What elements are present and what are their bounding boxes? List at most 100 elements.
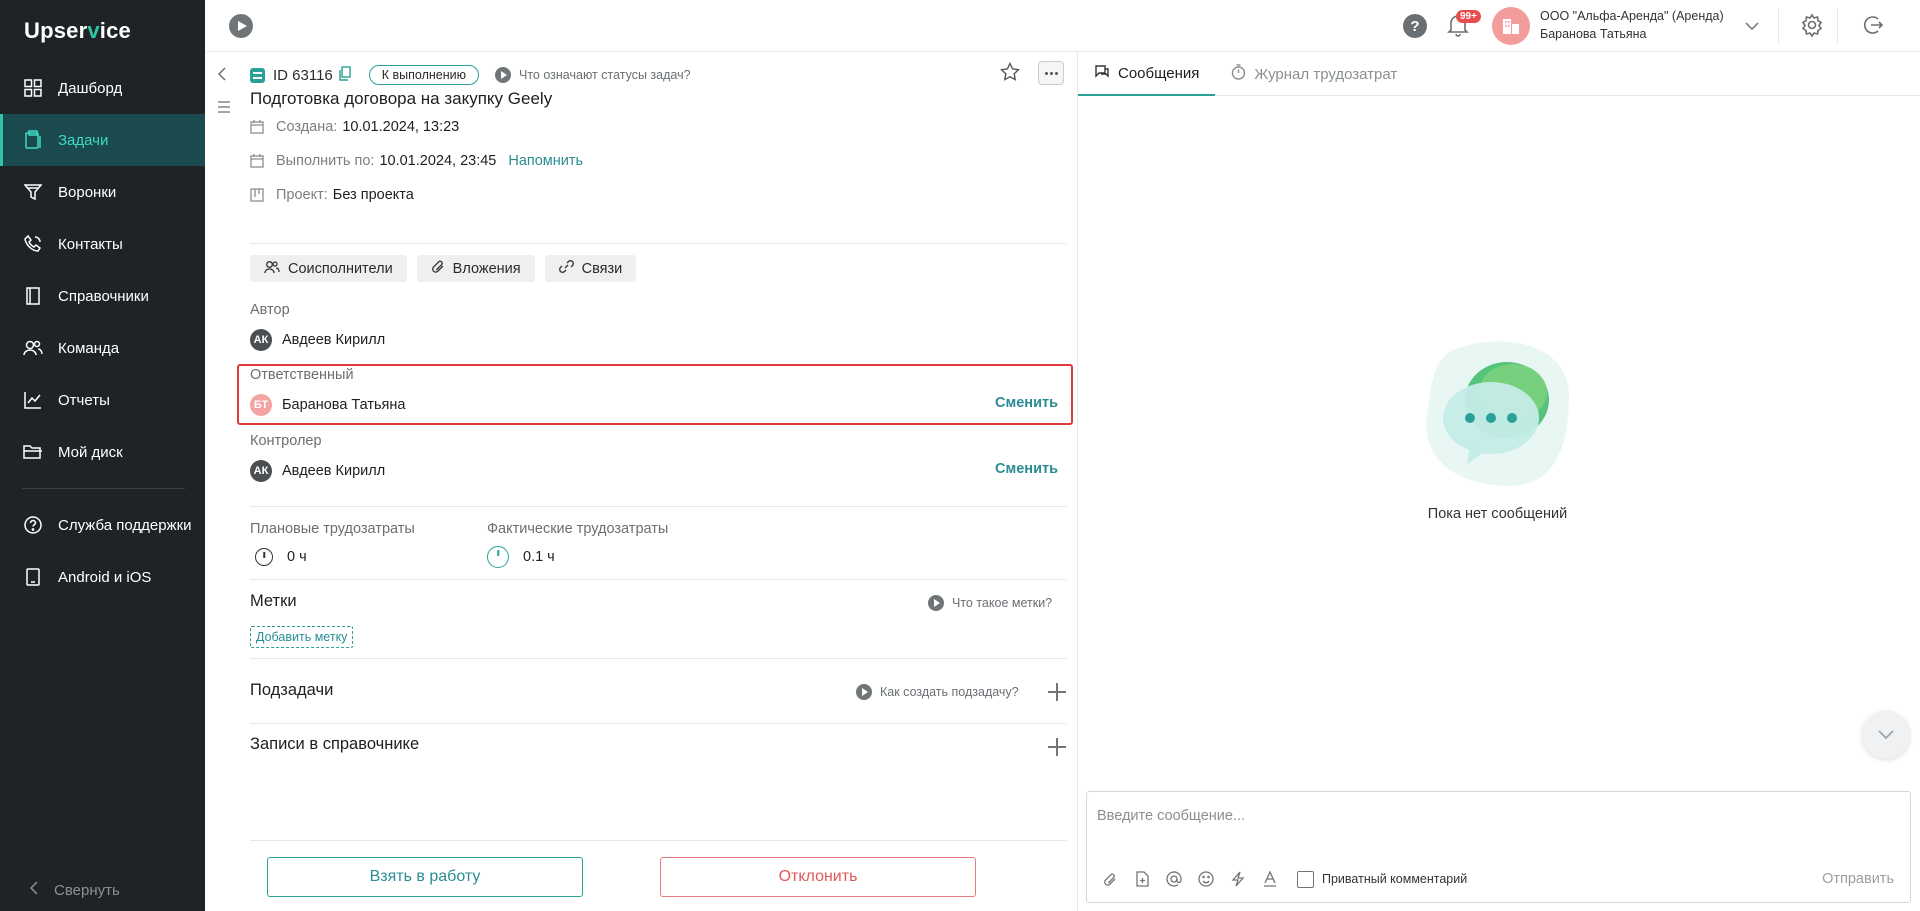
mention-icon[interactable]: [1165, 870, 1183, 888]
attach-document-icon[interactable]: [1133, 870, 1151, 888]
chevron-down-icon[interactable]: [1745, 18, 1759, 35]
due-row: Выполнить по: 10.01.2024, 23:45 Напомнит…: [250, 153, 583, 169]
avatar: АК: [250, 460, 272, 482]
sidebar-item-label: Команда: [58, 339, 120, 357]
take-to-work-button[interactable]: Взять в работу: [267, 857, 583, 897]
app-logo[interactable]: Upservice: [24, 18, 131, 44]
org-avatar[interactable]: [1492, 7, 1530, 45]
planned-labor-text: 0 ч: [287, 549, 307, 565]
sidebar-item-mobile[interactable]: Android и iOS: [0, 551, 205, 603]
sidebar-item-directories[interactable]: Справочники: [0, 270, 205, 322]
attachments-button[interactable]: Вложения: [416, 255, 535, 282]
message-input[interactable]: [1097, 808, 1877, 824]
actual-labor-value[interactable]: 0.1 ч: [487, 546, 555, 568]
planned-labor-value[interactable]: 0 ч: [255, 548, 307, 566]
play-tutorial-icon[interactable]: [229, 14, 253, 38]
divider: [250, 658, 1067, 659]
sidebar-item-dashboard[interactable]: Дашборд: [0, 62, 205, 114]
calendar-icon: [250, 120, 266, 134]
sidebar-item-reports[interactable]: Отчеты: [0, 374, 205, 426]
task-type-icon: [250, 67, 265, 83]
lightning-icon[interactable]: [1229, 870, 1247, 888]
star-icon[interactable]: [999, 61, 1021, 86]
chevron-left-icon[interactable]: [217, 66, 227, 86]
clipboard-icon: [22, 129, 44, 151]
collapse-sidebar-button[interactable]: Свернуть: [29, 881, 120, 899]
stopwatch-icon: [487, 546, 509, 568]
private-comment-checkbox[interactable]: Приватный комментарий: [1297, 870, 1467, 888]
text-format-icon[interactable]: [1261, 870, 1279, 888]
due-value[interactable]: 10.01.2024, 23:45: [379, 153, 496, 169]
records-title: Записи в справочнике: [250, 735, 420, 753]
responsible-row: БТ Баранова Татьяна: [250, 394, 405, 416]
more-options-button[interactable]: [1038, 61, 1064, 85]
sidebar-item-contacts[interactable]: Контакты: [0, 218, 205, 270]
mobile-icon: [22, 566, 44, 588]
help-icon[interactable]: ?: [1403, 14, 1427, 38]
chart-icon: [22, 389, 44, 411]
tab-messages-label: Сообщения: [1118, 64, 1200, 82]
sidebar-item-label: Отчеты: [58, 391, 110, 409]
created-value: 10.01.2024, 13:23: [342, 119, 460, 135]
stopwatch-icon: [255, 548, 273, 566]
add-record-plus-icon[interactable]: [1048, 738, 1066, 756]
checkbox-box[interactable]: [1297, 870, 1314, 888]
avatar: БТ: [250, 394, 272, 416]
change-responsible-button[interactable]: Сменить: [995, 395, 1058, 411]
sidebar: Upservice Дашборд Задачи Воронки Контакт…: [0, 0, 205, 911]
subtasks-hint-link[interactable]: Как создать подзадачу?: [856, 684, 1019, 700]
tab-messages[interactable]: Сообщения: [1078, 52, 1216, 96]
subtasks-hint-text: Как создать подзадачу?: [880, 685, 1019, 699]
controller-label: Контролер: [250, 433, 322, 449]
sidebar-item-funnels[interactable]: Воронки: [0, 166, 205, 218]
author-name[interactable]: Авдеев Кирилл: [282, 332, 385, 348]
sidebar-item-team[interactable]: Команда: [0, 322, 205, 374]
gear-icon[interactable]: [1800, 13, 1824, 41]
add-subtask-plus-icon[interactable]: [1048, 683, 1066, 701]
sidebar-item-label: Воронки: [58, 183, 117, 201]
avatar: АК: [250, 329, 272, 351]
link-icon: [558, 259, 574, 278]
planned-labor-label: Плановые трудозатраты: [250, 521, 415, 537]
folder-icon: [22, 441, 44, 463]
reject-button[interactable]: Отклонить: [660, 857, 976, 897]
sidebar-item-label: Справочники: [58, 287, 149, 305]
actual-labor-text: 0.1 ч: [523, 549, 555, 565]
remind-link[interactable]: Напомнить: [508, 153, 583, 169]
controller-name[interactable]: Авдеев Кирилл: [282, 463, 385, 479]
send-button[interactable]: Отправить: [1822, 871, 1894, 887]
paperclip-icon[interactable]: [1101, 870, 1119, 888]
sidebar-item-my-disk[interactable]: Мой диск: [0, 426, 205, 478]
logout-icon[interactable]: [1860, 13, 1884, 41]
scroll-down-button[interactable]: [1862, 711, 1910, 759]
empty-chat-text: Пока нет сообщений: [1427, 506, 1568, 522]
project-value[interactable]: Без проекта: [333, 187, 414, 203]
project-row: Проект: Без проекта: [250, 187, 414, 203]
copy-icon[interactable]: [339, 65, 351, 85]
task-panel: ID 63116 К выполнению Что означают стату…: [205, 52, 1078, 911]
sidebar-item-label: Дашборд: [58, 79, 123, 97]
change-controller-button[interactable]: Сменить: [995, 461, 1058, 477]
links-button[interactable]: Связи: [544, 255, 637, 282]
sidebar-item-support[interactable]: Служба поддержки: [0, 499, 205, 551]
menu-icon[interactable]: [217, 100, 231, 117]
paperclip-icon: [431, 259, 445, 278]
emoji-icon[interactable]: [1197, 870, 1215, 888]
user-name: Баранова Татьяна: [1540, 27, 1647, 41]
tab-labor-journal[interactable]: Журнал трудозатрат: [1215, 52, 1413, 96]
book-icon: [22, 285, 44, 307]
status-badge[interactable]: К выполнению: [368, 65, 480, 85]
org-switcher[interactable]: ООО "Альфа-Аренда" (Аренда) Баранова Тат…: [1540, 7, 1724, 43]
collapse-label: Свернуть: [54, 881, 120, 899]
sidebar-item-tasks[interactable]: Задачи: [0, 114, 205, 166]
coexecutors-button[interactable]: Соисполнители: [250, 255, 407, 282]
divider: [250, 840, 1067, 841]
status-hint-link[interactable]: Что означают статусы задач?: [495, 67, 691, 83]
sidebar-item-label: Контакты: [58, 235, 123, 253]
tags-hint-text: Что такое метки?: [952, 596, 1053, 610]
responsible-name[interactable]: Баранова Татьяна: [282, 397, 405, 413]
add-tag-button[interactable]: Добавить метку: [250, 626, 354, 648]
divider: [250, 579, 1067, 580]
help-circle-icon: [22, 514, 44, 536]
tags-hint-link[interactable]: Что такое метки?: [928, 595, 1052, 611]
